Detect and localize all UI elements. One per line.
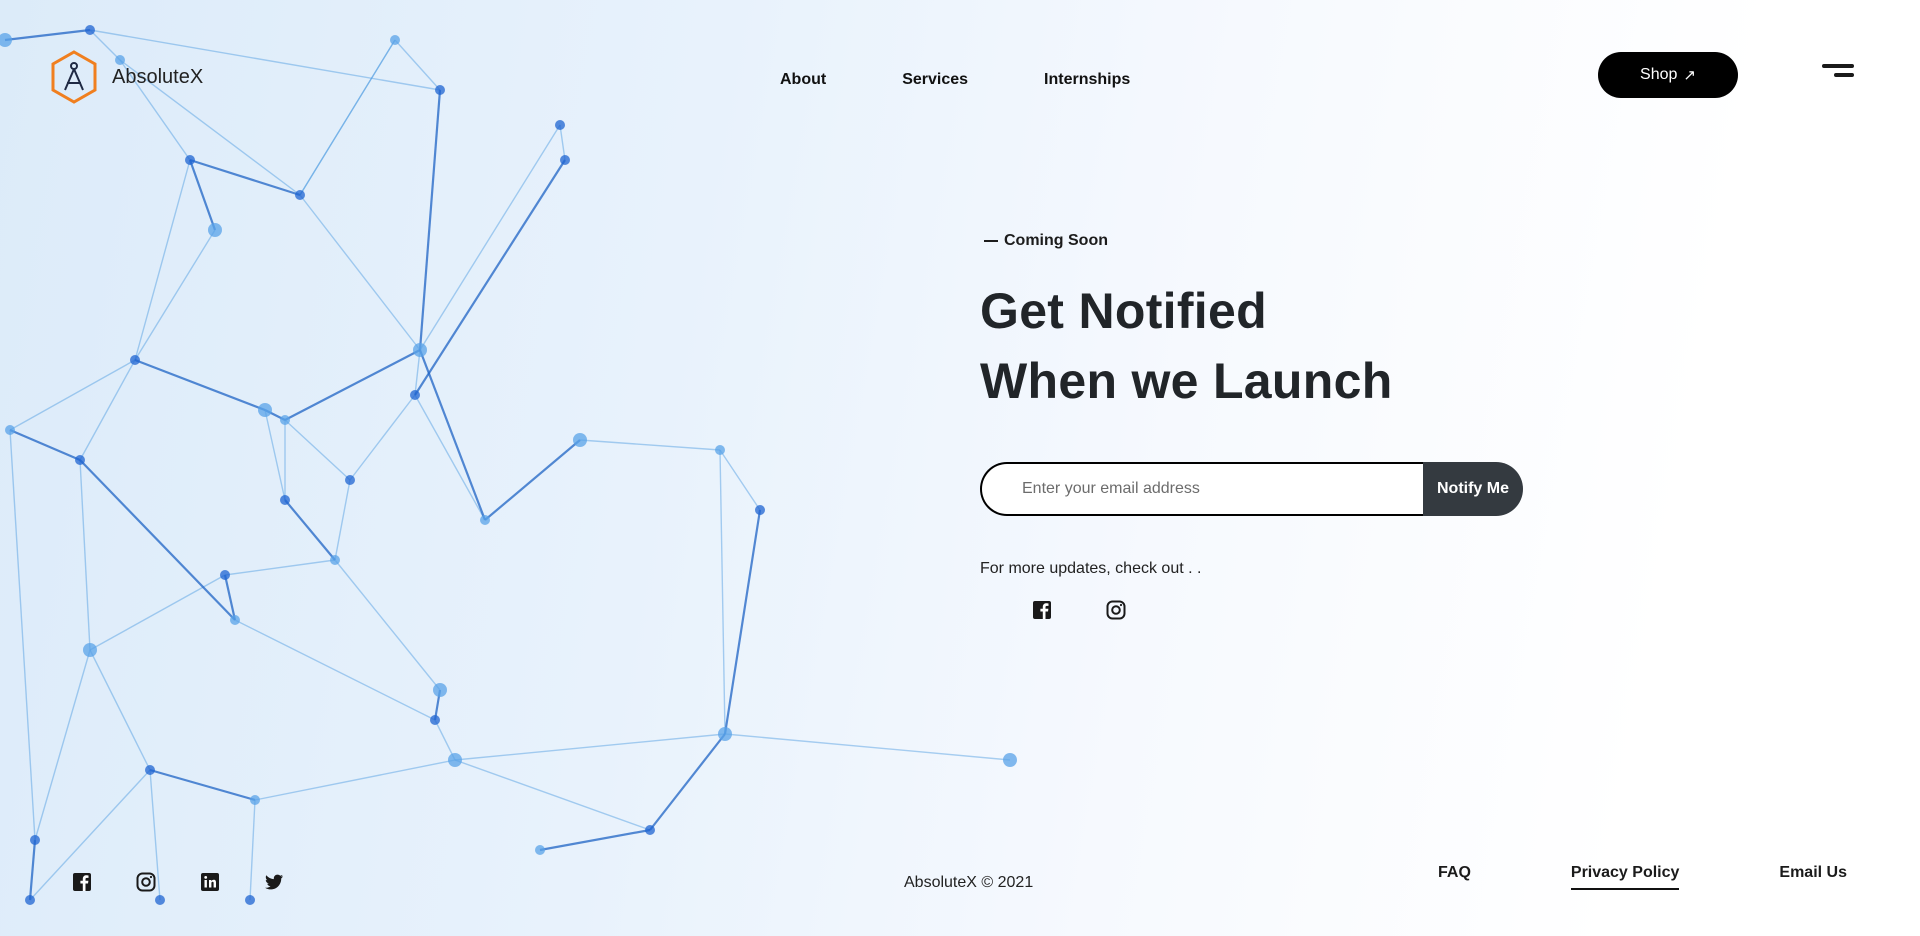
headline-line-2: When we Launch: [980, 353, 1393, 409]
notify-form: Notify Me: [980, 462, 1523, 516]
headline-line-1: Get Notified: [980, 283, 1267, 339]
compass-hexagon-icon: [51, 50, 97, 104]
eyebrow-text: Coming Soon: [1004, 232, 1108, 249]
nav-link-services[interactable]: Services: [902, 71, 968, 89]
arrow-up-right-icon: ↗: [1683, 67, 1696, 84]
hero-social-links: [1032, 600, 1180, 620]
hero-section: Coming Soon Get Notified When we Launch: [980, 232, 1620, 416]
hero-headline: Get Notified When we Launch: [980, 276, 1620, 416]
copyright-text: AbsoluteX © 2021: [904, 874, 1034, 891]
email-input[interactable]: [980, 462, 1423, 516]
footer-link-faq[interactable]: FAQ: [1438, 864, 1471, 890]
footer-link-email-us[interactable]: Email Us: [1779, 864, 1847, 890]
footer-social-links: [72, 872, 328, 892]
notify-me-button[interactable]: Notify Me: [1423, 462, 1523, 516]
nav-link-about[interactable]: About: [780, 71, 826, 89]
updates-text: For more updates, check out . .: [980, 560, 1202, 577]
coming-soon-label: Coming Soon: [980, 232, 1620, 250]
site-header: AbsoluteX About Services Internships Sho…: [0, 0, 1920, 150]
linkedin-icon[interactable]: [200, 872, 220, 892]
dash-icon: [984, 240, 998, 242]
menu-icon[interactable]: [1820, 62, 1856, 80]
instagram-icon[interactable]: [1106, 600, 1126, 620]
shop-button-label: Shop: [1640, 66, 1678, 83]
nav-link-internships[interactable]: Internships: [1044, 71, 1130, 89]
main-nav: About Services Internships: [780, 71, 1206, 89]
footer-links: FAQ Privacy Policy Email Us: [1438, 864, 1847, 890]
instagram-icon[interactable]: [136, 872, 156, 892]
brand-name: AbsoluteX: [112, 65, 204, 88]
footer-link-privacy-policy[interactable]: Privacy Policy: [1570, 864, 1680, 890]
facebook-icon[interactable]: [72, 872, 92, 892]
brand-logo[interactable]: AbsoluteX: [50, 50, 203, 104]
twitter-icon[interactable]: [264, 872, 284, 892]
shop-button[interactable]: Shop ↗: [1598, 52, 1738, 98]
facebook-icon[interactable]: [1032, 600, 1052, 620]
